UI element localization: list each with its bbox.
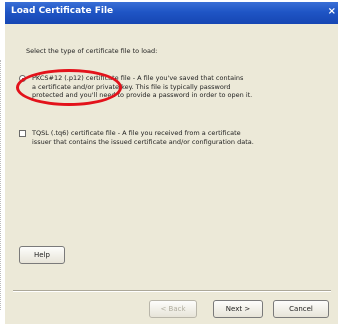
tqsl-description[interactable]: TQSL (.tq6) certificate file - A file yo… — [32, 129, 332, 146]
load-certificate-dialog: Load Certificate File × Select the type … — [5, 2, 338, 324]
annotation-circle — [16, 69, 122, 106]
tqsl-checkbox[interactable] — [19, 130, 26, 137]
title-bar: Load Certificate File × — [5, 2, 338, 24]
tqsl-line-2: issuer that contains the issued certific… — [32, 137, 254, 146]
next-button[interactable]: Next > — [213, 300, 263, 318]
button-separator — [13, 290, 331, 292]
cancel-button[interactable]: Cancel — [273, 300, 329, 318]
left-edge-artifact — [0, 60, 3, 310]
back-button[interactable]: < Back — [149, 300, 197, 318]
dialog-title: Load Certificate File — [11, 6, 114, 16]
help-button[interactable]: Help — [19, 246, 65, 264]
tqsl-line-1: TQSL (.tq6) certificate file - A file yo… — [32, 129, 241, 137]
close-icon[interactable]: × — [328, 6, 336, 17]
instruction-text: Select the type of certificate file to l… — [26, 47, 158, 55]
